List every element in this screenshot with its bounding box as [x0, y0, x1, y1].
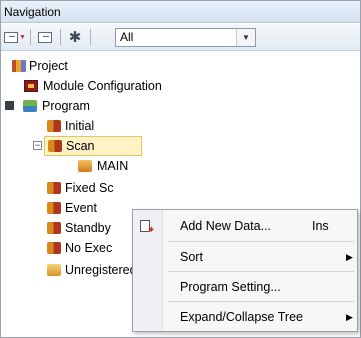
new-data-icon: ✦	[140, 219, 155, 236]
tree-item-label: Project	[29, 59, 68, 73]
settings-gear-icon[interactable]: ✱	[64, 28, 86, 46]
tree-item-label: Initial	[65, 119, 95, 133]
toolbar-separator	[60, 29, 61, 45]
menu-separator	[168, 241, 354, 242]
menu-separator	[168, 271, 354, 272]
tree-item-label: Module Configuration	[43, 79, 162, 93]
tree-item-project[interactable]: Project	[1, 56, 360, 76]
menu-item-sort[interactable]: Sort ▶	[133, 243, 357, 271]
program-type-icon	[47, 202, 61, 214]
filter-select[interactable]: All ▼	[115, 28, 256, 47]
tree-item-module-configuration[interactable]: Module Configuration	[1, 76, 360, 96]
tree-item-label: MAIN	[97, 159, 129, 173]
module-configuration-icon	[24, 80, 38, 92]
program-type-icon	[48, 140, 62, 152]
tree-item-program[interactable]: Program	[1, 96, 360, 116]
tree-item-fixed-scan[interactable]: Fixed Sc	[1, 178, 360, 198]
menu-item-add-new-data[interactable]: ✦ Add New Data... Ins	[133, 212, 357, 240]
program-folder-icon	[23, 100, 37, 112]
unregistered-program-icon	[47, 264, 61, 276]
program-type-icon	[47, 222, 61, 234]
tree-item-main[interactable]: MAIN	[1, 156, 360, 176]
tree-item-initial[interactable]: Initial	[1, 116, 360, 136]
context-menu: ✦ Add New Data... Ins Sort ▶ Program Set…	[132, 209, 358, 332]
collapse-icon[interactable]	[5, 101, 14, 110]
navigation-window: Navigation ▼ ✱ All ▼ Project Module Conf…	[0, 0, 361, 338]
menu-item-label: Program Setting...	[180, 280, 281, 294]
toolbar-separator	[30, 29, 31, 45]
menu-item-label: Sort	[180, 250, 203, 264]
project-icon	[12, 60, 26, 72]
tree-item-label: Standby	[65, 221, 111, 235]
menu-separator	[168, 301, 354, 302]
menu-item-shortcut: Ins	[312, 219, 329, 233]
window-title: Navigation	[1, 1, 360, 23]
tree-expand-icon[interactable]	[34, 28, 56, 46]
menu-item-label: Expand/Collapse Tree	[180, 310, 303, 324]
tree-item-label: Event	[65, 201, 97, 215]
tree-item-label: No Exec	[65, 241, 113, 255]
program-type-icon	[47, 242, 61, 254]
toolbar-separator	[90, 29, 91, 45]
tree-collapse-icon[interactable]: ▼	[4, 28, 26, 46]
tree-item-label: Fixed Sc	[65, 181, 114, 195]
tree-item-label: Scan	[66, 139, 95, 153]
dropdown-arrow-icon[interactable]: ▼	[236, 29, 255, 46]
program-block-icon	[78, 160, 92, 172]
navigation-toolbar: ▼ ✱ All ▼	[1, 24, 360, 51]
submenu-arrow-icon: ▶	[346, 312, 353, 322]
menu-item-program-setting[interactable]: Program Setting...	[133, 273, 357, 301]
tree-item-scan[interactable]: − Scan	[1, 136, 360, 156]
filter-select-value: All	[120, 30, 134, 44]
submenu-arrow-icon: ▶	[346, 252, 353, 262]
collapse-icon[interactable]: −	[33, 141, 42, 150]
program-type-icon	[47, 120, 61, 132]
menu-item-label: Add New Data...	[180, 219, 272, 233]
tree-item-label: Program	[42, 99, 90, 113]
program-type-icon	[47, 182, 61, 194]
menu-item-expand-collapse-tree[interactable]: Expand/Collapse Tree ▶	[133, 303, 357, 331]
